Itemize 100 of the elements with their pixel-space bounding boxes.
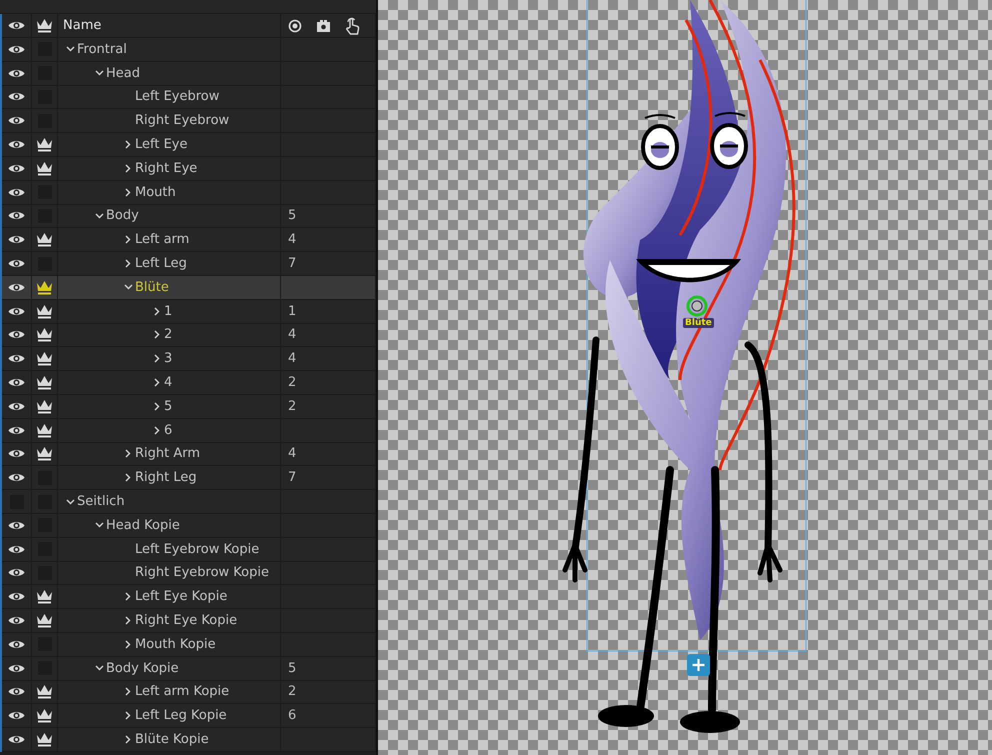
crown-icon[interactable] <box>36 351 53 366</box>
crown-icon[interactable] <box>36 18 53 33</box>
crown-icon[interactable] <box>36 446 53 462</box>
layer-row[interactable]: 1 1 <box>2 300 376 324</box>
chevron-right-icon[interactable] <box>125 140 131 150</box>
crown-icon[interactable] <box>36 422 53 438</box>
layer-row[interactable]: Left Eyebrow <box>2 86 376 110</box>
chevron-right-icon[interactable] <box>154 402 160 411</box>
layer-row[interactable]: 6 <box>2 418 376 443</box>
eye-icon[interactable] <box>8 734 25 745</box>
hand-pointer-icon[interactable] <box>345 16 360 34</box>
layer-row[interactable]: Head Kopie <box>2 514 376 538</box>
layer-row[interactable]: Blüte <box>2 276 376 300</box>
add-button[interactable] <box>687 654 710 676</box>
layer-row[interactable]: Left Leg Kopie 6 <box>2 704 376 728</box>
chevron-right-icon[interactable] <box>125 592 131 602</box>
eye-icon[interactable] <box>8 424 25 436</box>
chevron-right-icon[interactable] <box>125 640 131 649</box>
eye-icon[interactable] <box>8 686 25 698</box>
chevron-down-icon[interactable] <box>94 70 104 76</box>
layer-row[interactable]: Body Kopie 5 <box>2 656 376 681</box>
layer-row[interactable]: Right Eyebrow <box>2 109 376 134</box>
crown-icon[interactable] <box>36 304 53 319</box>
eye-icon[interactable] <box>8 258 25 270</box>
layer-row[interactable]: Left Eyebrow Kopie <box>2 538 376 562</box>
layer-row[interactable]: Right Eye <box>2 156 376 181</box>
eye-icon[interactable] <box>8 662 25 674</box>
eye-icon[interactable] <box>8 544 25 555</box>
layer-row[interactable]: 3 4 <box>2 347 376 372</box>
eye-icon[interactable] <box>8 282 25 293</box>
layer-row[interactable]: Right Arm 4 <box>2 442 376 466</box>
layer-row[interactable]: Mouth <box>2 180 376 205</box>
layer-row[interactable]: Left Leg 7 <box>2 252 376 276</box>
pivot-handle-icon[interactable] <box>686 296 708 316</box>
layer-row[interactable]: Body 5 <box>2 204 376 228</box>
eye-icon[interactable] <box>8 20 25 31</box>
layer-row[interactable]: Left Eye Kopie <box>2 585 376 610</box>
eye-icon[interactable] <box>8 591 25 602</box>
eye-icon[interactable] <box>8 115 25 126</box>
crown-icon[interactable] <box>36 613 53 628</box>
crown-icon[interactable] <box>36 589 53 604</box>
eye-icon[interactable] <box>8 353 25 364</box>
layer-row[interactable]: Mouth Kopie <box>2 632 376 657</box>
eye-icon[interactable] <box>8 91 25 102</box>
crown-icon[interactable] <box>36 684 53 700</box>
chevron-right-icon[interactable] <box>125 188 131 197</box>
eye-icon[interactable] <box>8 472 25 484</box>
chevron-right-icon[interactable] <box>154 330 160 340</box>
chevron-down-icon[interactable] <box>124 284 132 290</box>
eye-icon[interactable] <box>8 68 25 79</box>
crown-icon[interactable] <box>36 137 53 152</box>
eye-icon[interactable] <box>8 139 25 150</box>
chevron-right-icon[interactable] <box>125 687 131 696</box>
eye-icon[interactable] <box>8 710 25 722</box>
layer-row[interactable]: Right Eyebrow Kopie <box>2 562 376 586</box>
crown-icon[interactable] <box>36 160 53 176</box>
eye-icon[interactable] <box>8 448 25 460</box>
layer-row[interactable]: 4 2 <box>2 371 376 395</box>
chevron-right-icon[interactable] <box>125 449 131 458</box>
eye-icon[interactable] <box>8 520 25 531</box>
eye-icon[interactable] <box>8 400 25 412</box>
chevron-right-icon[interactable] <box>154 426 160 435</box>
chevron-right-icon[interactable] <box>125 616 131 626</box>
eye-icon[interactable] <box>8 615 25 626</box>
crown-icon[interactable] <box>36 375 53 390</box>
chevron-down-icon[interactable] <box>66 498 74 505</box>
layer-row[interactable]: Left arm 4 <box>2 228 376 252</box>
layer-row[interactable]: 2 4 <box>2 324 376 348</box>
column-header[interactable]: Name <box>58 18 102 33</box>
chevron-right-icon[interactable] <box>125 473 131 482</box>
crown-icon[interactable] <box>36 327 53 342</box>
crown-icon[interactable] <box>36 732 53 747</box>
layer-row[interactable]: Blüte Kopie <box>2 728 376 752</box>
target-icon[interactable] <box>288 18 302 32</box>
eye-icon[interactable] <box>8 234 25 246</box>
chevron-right-icon[interactable] <box>125 235 131 244</box>
chevron-right-icon[interactable] <box>125 259 131 268</box>
chevron-right-icon[interactable] <box>125 735 131 744</box>
crown-icon[interactable] <box>36 232 53 248</box>
layer-row[interactable]: Seitlich <box>2 490 376 514</box>
crown-icon[interactable] <box>36 708 53 724</box>
layer-row[interactable]: 5 2 <box>2 394 376 419</box>
eye-icon[interactable] <box>8 377 25 388</box>
camera-icon[interactable] <box>316 18 331 32</box>
eye-icon[interactable] <box>8 162 25 174</box>
chevron-down-icon[interactable] <box>66 46 74 52</box>
layer-row[interactable]: Right Leg 7 <box>2 466 376 490</box>
chevron-down-icon[interactable] <box>94 212 104 219</box>
eye-icon[interactable] <box>8 44 25 55</box>
layer-row[interactable]: Right Eye Kopie <box>2 609 376 633</box>
chevron-right-icon[interactable] <box>154 354 160 364</box>
chevron-right-icon[interactable] <box>154 378 160 388</box>
layer-row[interactable]: Frontral <box>2 38 376 62</box>
chevron-down-icon[interactable] <box>94 522 104 528</box>
eye-icon[interactable] <box>8 567 25 578</box>
eye-icon[interactable] <box>8 210 25 222</box>
crown-icon[interactable] <box>36 280 53 295</box>
eye-icon[interactable] <box>8 306 25 317</box>
eye-icon[interactable] <box>8 186 25 198</box>
layer-row[interactable]: Left arm Kopie 2 <box>2 680 376 704</box>
